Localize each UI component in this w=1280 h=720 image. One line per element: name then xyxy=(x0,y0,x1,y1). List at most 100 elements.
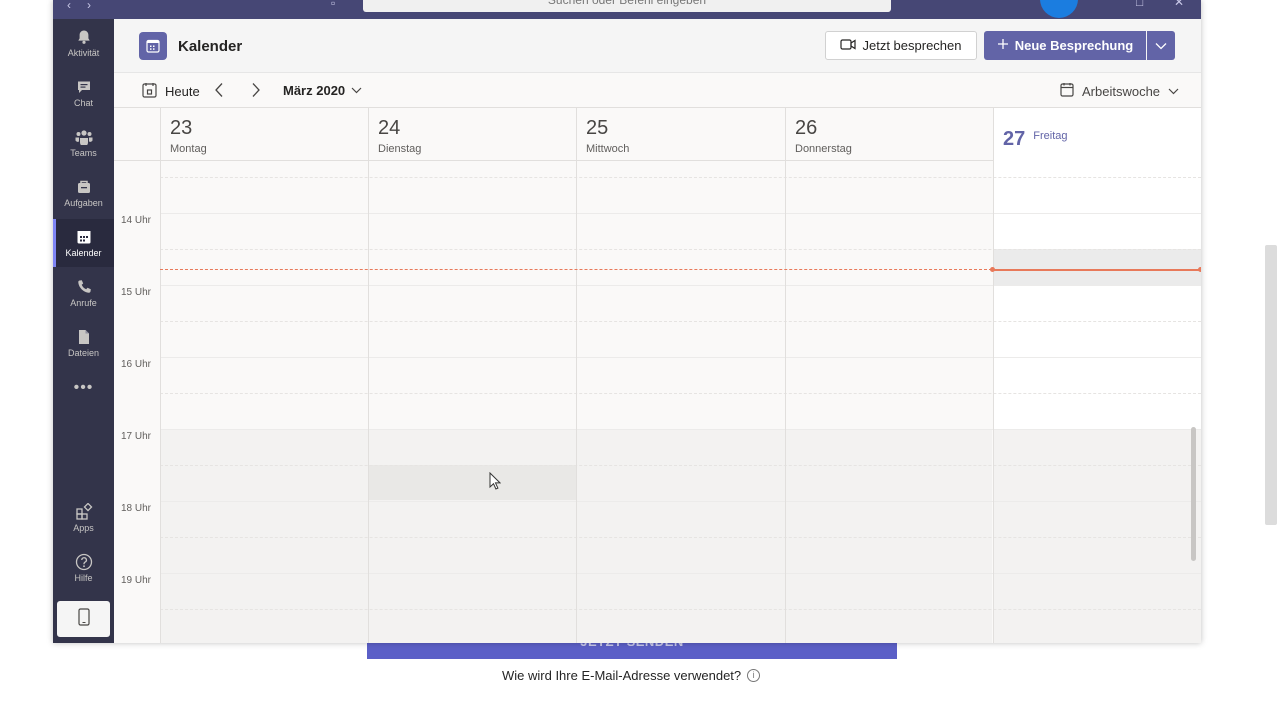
rail-item-tasks[interactable]: Aufgaben xyxy=(53,169,114,217)
today-label: Heute xyxy=(165,84,200,99)
rail-item-apps[interactable]: Apps xyxy=(53,494,114,542)
hour-label: 16 Uhr xyxy=(121,359,152,370)
rail-item-activity[interactable]: Aktivität xyxy=(53,19,114,67)
info-icon: i xyxy=(747,669,761,682)
day-column-divider xyxy=(368,161,369,643)
rail-item-label: Dateien xyxy=(67,348,100,358)
more-apps-icon[interactable]: ••• xyxy=(53,379,114,397)
apps-icon xyxy=(75,503,93,521)
new-meeting-label: Neue Besprechung xyxy=(1014,38,1134,53)
title-bar: ‹ › ▫ Suchen oder Befehl eingeben □ ✕ xyxy=(53,0,1201,19)
rail-item-label: Anrufe xyxy=(70,298,97,308)
rail-item-calls[interactable]: Anrufe xyxy=(53,269,114,317)
month-label: März 2020 xyxy=(283,83,346,98)
month-picker[interactable]: März 2020 xyxy=(283,83,362,98)
calendar-icon xyxy=(75,228,93,246)
calendar-header: Kalender Jetzt besprechen Neue Besprechu… xyxy=(114,19,1201,73)
half-hour-line xyxy=(160,465,1201,466)
day-column-divider xyxy=(576,161,577,643)
hour-label: 19 Uhr xyxy=(121,575,152,586)
file-icon xyxy=(75,328,93,346)
day-name: Mittwoch xyxy=(586,143,630,155)
rail-item-chat[interactable]: Chat xyxy=(53,69,114,117)
meet-now-button[interactable]: Jetzt besprechen xyxy=(825,31,977,60)
new-meeting-button[interactable]: Neue Besprechung xyxy=(984,31,1146,60)
phone-icon xyxy=(75,278,93,296)
plus-icon xyxy=(997,38,1009,53)
day-header-wednesday[interactable]: 25 Mittwoch xyxy=(576,108,785,161)
forward-icon[interactable]: › xyxy=(87,0,91,12)
day-name: Donnerstag xyxy=(795,143,852,155)
calendar-today-icon xyxy=(142,82,157,101)
teams-icon xyxy=(75,128,93,146)
screen: JETZT SENDEN Wie wird Ihre E-Mail-Adress… xyxy=(0,0,1280,720)
chat-icon xyxy=(75,78,93,96)
help-icon xyxy=(75,553,93,571)
day-header-friday[interactable]: 27 Freitag xyxy=(993,108,1201,161)
mobile-download-button[interactable] xyxy=(57,601,110,637)
rail-item-label: Aufgaben xyxy=(64,198,103,208)
email-usage-link[interactable]: Wie wird Ihre E-Mail-Adresse verwendet? … xyxy=(502,668,761,683)
chevron-left-icon xyxy=(215,83,223,97)
previous-week-button[interactable] xyxy=(214,82,224,103)
hour-line xyxy=(160,429,1201,430)
grid-scrollbar[interactable] xyxy=(1191,427,1196,561)
hovered-time-slot[interactable] xyxy=(368,465,576,500)
search-input[interactable]: Suchen oder Befehl eingeben xyxy=(363,0,891,12)
rail-item-help[interactable]: Hilfe xyxy=(53,544,114,592)
half-hour-line xyxy=(160,393,1201,394)
time-grid[interactable]: 14 Uhr 15 Uhr 16 Uhr 17 Uhr 18 Uhr 19 Uh… xyxy=(114,161,1201,643)
day-column-divider xyxy=(785,161,786,643)
rail-item-label: Teams xyxy=(70,148,97,158)
rail-item-label: Aktivität xyxy=(67,48,100,58)
half-hour-line xyxy=(160,537,1201,538)
hour-label: 18 Uhr xyxy=(121,503,152,514)
calendar-view-icon xyxy=(1060,82,1074,100)
hour-label: 14 Uhr xyxy=(121,215,152,226)
day-name: Montag xyxy=(170,143,207,155)
mouse-cursor-icon xyxy=(489,472,501,490)
half-hour-line xyxy=(160,249,1201,250)
calendar-app-icon xyxy=(139,32,167,60)
today-button[interactable]: Heute xyxy=(142,82,200,101)
day-number: 26 xyxy=(795,117,818,139)
video-camera-icon xyxy=(840,38,857,54)
teams-window: ‹ › ▫ Suchen oder Befehl eingeben □ ✕ Ak… xyxy=(53,0,1201,643)
half-hour-line xyxy=(160,609,1201,610)
mobile-phone-icon xyxy=(77,607,90,631)
close-icon[interactable]: ✕ xyxy=(1174,0,1184,9)
email-usage-text: Wie wird Ihre E-Mail-Adresse verwendet? xyxy=(502,668,742,683)
rail-item-teams[interactable]: Teams xyxy=(53,119,114,167)
chevron-down-icon xyxy=(1155,37,1167,55)
profile-avatar[interactable] xyxy=(1040,0,1078,18)
day-header-monday[interactable]: 23 Montag xyxy=(160,108,368,161)
chevron-down-icon xyxy=(1168,88,1179,94)
current-time-dot xyxy=(990,267,995,272)
day-name: Dienstag xyxy=(378,143,422,155)
day-number: 23 xyxy=(170,117,193,139)
view-switcher[interactable]: Arbeitswoche xyxy=(1060,82,1179,100)
page-title: Kalender xyxy=(178,38,243,55)
back-icon[interactable]: ‹ xyxy=(67,0,71,12)
briefcase-icon xyxy=(75,178,93,196)
page-scrollbar[interactable] xyxy=(1265,245,1277,525)
view-label: Arbeitswoche xyxy=(1082,83,1161,99)
chevron-down-icon xyxy=(351,87,362,94)
rail-item-calendar[interactable]: Kalender xyxy=(53,219,114,267)
app-bar: Aktivität Chat Teams Aufgaben Kalender A… xyxy=(53,19,114,643)
day-header-tuesday[interactable]: 24 Dienstag xyxy=(368,108,576,161)
meet-now-label: Jetzt besprechen xyxy=(862,38,962,53)
day-header-thursday[interactable]: 26 Donnerstag xyxy=(785,108,993,161)
maximize-icon[interactable]: □ xyxy=(1136,0,1143,9)
hour-line xyxy=(160,357,1201,358)
next-week-button[interactable] xyxy=(251,82,261,103)
day-number: 27 xyxy=(1003,127,1026,150)
new-meeting-dropdown[interactable] xyxy=(1147,31,1175,60)
hour-label: 17 Uhr xyxy=(121,431,152,442)
half-hour-line xyxy=(160,321,1201,322)
half-hour-line xyxy=(160,177,1201,178)
rail-item-files[interactable]: Dateien xyxy=(53,319,114,367)
current-time-indicator-dashed xyxy=(160,269,992,270)
compose-icon[interactable]: ▫ xyxy=(331,0,335,10)
day-number: 25 xyxy=(586,117,609,139)
